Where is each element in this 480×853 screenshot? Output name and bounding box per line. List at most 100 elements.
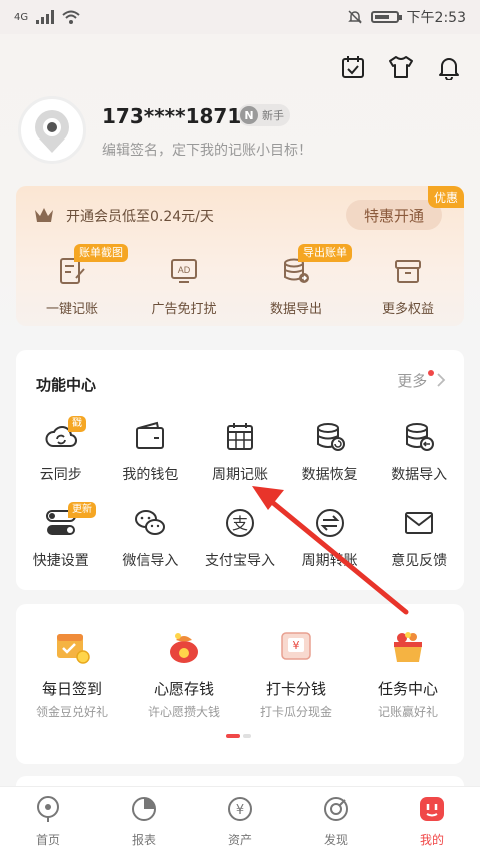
perk-tag: 账单截图: [74, 244, 128, 262]
tab-label: 首页: [35, 833, 60, 847]
vip-promo-text: 开通会员低至0.24元/天: [66, 209, 214, 225]
feature-wallet[interactable]: 我的钱包: [106, 416, 196, 484]
vip-perks: 一键记账 账单截图 AD 广告免打扰 数据导出 导出账单 更多权益: [16, 244, 464, 317]
tab-label: 资产: [227, 833, 252, 847]
money-bag-icon: [170, 633, 198, 663]
task-subtitle: 记账赢好礼: [377, 705, 438, 719]
bell-icon[interactable]: [436, 54, 462, 81]
chevron-right-icon: [437, 373, 446, 387]
feature-tag: 戳: [68, 416, 86, 432]
mine-face-icon: [420, 797, 444, 821]
feature-label: 数据恢复: [301, 467, 358, 483]
feature-recurring[interactable]: 周期记账: [195, 416, 285, 484]
task-grid: 每日签到 领金豆兑好礼 心愿存钱 许心愿攒大钱 ¥ 打卡分钱 打卡瓜分现金 任务…: [16, 628, 464, 720]
vip-open-button[interactable]: 特惠开通: [346, 200, 442, 230]
feature-label: 支付宝导入: [204, 553, 275, 569]
feature-center-title: 功能中心: [36, 376, 97, 394]
alipay-icon-text: 支: [232, 514, 248, 533]
feature-feedback[interactable]: 意见反馈: [374, 502, 464, 570]
task-subtitle: 打卡瓜分现金: [259, 705, 332, 719]
feature-wechat-import[interactable]: 微信导入: [106, 502, 196, 570]
perk-one-click[interactable]: 一键记账 账单截图: [16, 244, 128, 317]
level-letter: N: [240, 106, 258, 124]
feature-restore[interactable]: 数据恢复: [285, 416, 375, 484]
network-label: 4G: [14, 11, 29, 23]
signature[interactable]: 编辑签名，定下我的记账小目标！: [102, 140, 312, 160]
feature-cloud-sync[interactable]: 云同步 戳: [16, 416, 106, 484]
notification-dot: [428, 370, 434, 376]
feature-more-button[interactable]: 更多: [397, 370, 446, 391]
profile-section[interactable]: 173****1871 N 新手 编辑签名，定下我的记账小目标！: [18, 96, 462, 168]
feature-label: 意见反馈: [391, 553, 448, 569]
level-badge[interactable]: N 新手: [238, 104, 290, 126]
tab-assets[interactable]: ¥ 资产: [192, 787, 288, 853]
task-wish-saving[interactable]: 心愿存钱 许心愿攒大钱: [128, 628, 240, 720]
perk-label: 广告免打扰: [151, 302, 217, 317]
wallet-icon: [136, 421, 165, 449]
feature-label: 微信导入: [122, 553, 179, 569]
task-checkin-split[interactable]: ¥ 打卡分钱 打卡瓜分现金: [240, 628, 352, 720]
phone-number: 173****1871: [102, 104, 242, 128]
task-name: 心愿存钱: [153, 680, 214, 698]
status-bar: 4G 下午2:53: [0, 0, 480, 34]
ad-icon-text: AD: [178, 265, 191, 275]
signal-icon: [36, 10, 55, 24]
tab-report[interactable]: 报表: [96, 787, 192, 853]
perk-more[interactable]: 更多权益: [352, 250, 464, 317]
tab-discover[interactable]: 发现: [288, 787, 384, 853]
level-label: 新手: [262, 109, 284, 122]
feature-quick-settings[interactable]: 快捷设置 更新: [16, 502, 106, 570]
perk-no-ads[interactable]: AD 广告免打扰: [128, 250, 240, 317]
database-import-icon: [406, 423, 435, 451]
task-name: 任务中心: [377, 680, 438, 698]
transfer-icon: [315, 509, 344, 537]
tab-mine[interactable]: 我的: [384, 787, 480, 853]
gift-basket-icon: [394, 632, 422, 662]
feature-import[interactable]: 数据导入: [374, 416, 464, 484]
promo-badge: 优惠: [428, 186, 464, 208]
carousel-indicator: [226, 734, 251, 738]
calendar-grid-icon: [226, 423, 253, 450]
perk-label: 一键记账: [45, 302, 98, 317]
calendar-check-icon[interactable]: [340, 54, 366, 80]
crown-icon: [35, 208, 53, 222]
feature-center: 功能中心 更多 云同步 戳 我的钱包 周期记账 数据恢复 数据导入 快捷设置 更…: [16, 350, 464, 590]
feature-tag: 更新: [68, 502, 96, 518]
calendar-coin-icon: [57, 634, 90, 664]
gift-box-icon: [395, 260, 421, 283]
red-envelope-icon: ¥: [281, 632, 311, 660]
perk-tag: 导出账单: [298, 244, 352, 262]
feature-label: 我的钱包: [122, 467, 179, 483]
envelope-icon-text: ¥: [293, 639, 300, 652]
perk-export[interactable]: 数据导出 导出账单: [240, 244, 352, 317]
feature-alipay-import[interactable]: 支 支付宝导入: [195, 502, 285, 570]
avatar[interactable]: [18, 96, 86, 164]
top-actions: [340, 54, 462, 81]
feature-label: 数据导入: [391, 467, 448, 483]
task-subtitle: 许心愿攒大钱: [147, 705, 220, 719]
database-restore-icon: [316, 423, 345, 451]
battery-icon: [370, 11, 402, 23]
yen-coin-icon: ¥: [228, 797, 252, 821]
tab-label: 报表: [131, 833, 156, 847]
wechat-icon: [135, 510, 166, 535]
task-center[interactable]: 任务中心 记账赢好礼: [352, 628, 464, 720]
feature-grid: 云同步 戳 我的钱包 周期记账 数据恢复 数据导入 快捷设置 更新 微信导入 支…: [16, 416, 464, 570]
clock: 下午2:53: [406, 10, 466, 26]
more-label: 更多: [397, 372, 428, 390]
feature-label: 周期转账: [301, 553, 358, 569]
tab-home[interactable]: 首页: [0, 787, 96, 853]
pie-chart-icon: [132, 797, 156, 821]
yen-icon-text: ¥: [236, 803, 244, 818]
shirt-icon[interactable]: [388, 54, 414, 80]
feature-label: 云同步: [39, 467, 82, 483]
compass-icon: [324, 797, 348, 821]
task-subtitle: 领金豆兑好礼: [35, 705, 108, 719]
vip-card[interactable]: 开通会员低至0.24元/天 特惠开通 优惠 一键记账 账单截图 AD 广告免打扰…: [16, 186, 464, 326]
perk-label: 更多权益: [381, 302, 434, 317]
mail-icon: [405, 512, 434, 534]
task-name: 打卡分钱: [265, 680, 326, 698]
feature-recurring-transfer[interactable]: 周期转账: [285, 502, 375, 570]
tab-label: 发现: [323, 833, 348, 847]
task-daily-checkin[interactable]: 每日签到 领金豆兑好礼: [16, 628, 128, 720]
